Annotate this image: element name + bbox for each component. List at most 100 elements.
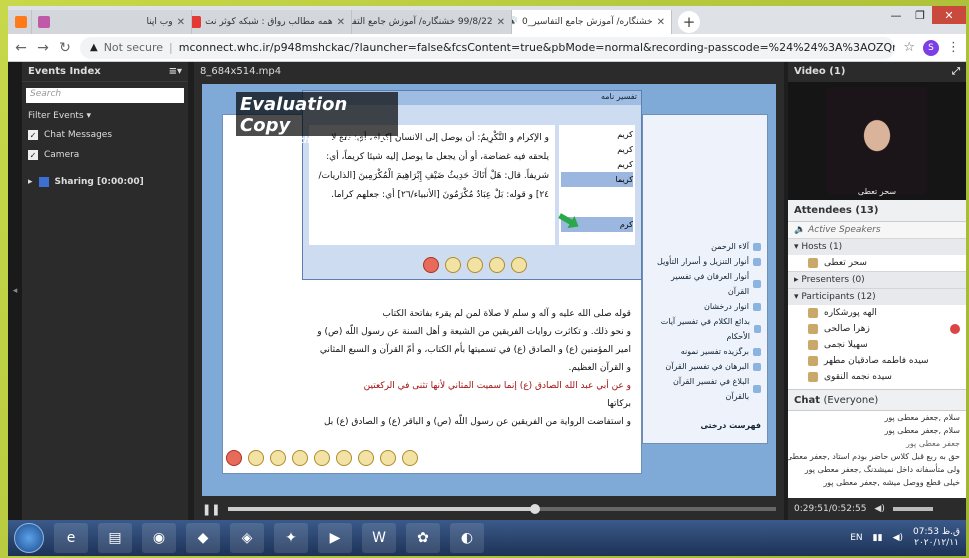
maximize-icon[interactable]: ❐ xyxy=(908,6,932,24)
word-item-selected[interactable]: کریما xyxy=(561,172,633,187)
toc-item[interactable]: برگزیده تفسیر نمونه xyxy=(649,344,761,359)
media-icon[interactable]: ▶ xyxy=(318,523,352,553)
app-icon[interactable]: ◈ xyxy=(230,523,264,553)
address-bar[interactable]: ▲ Not secure | mconnect.whc.ir/p948mshck… xyxy=(80,36,896,59)
app-icon[interactable]: ◐ xyxy=(450,523,484,553)
chrome-icon[interactable]: ◉ xyxy=(142,523,176,553)
toc-tab[interactable]: فهرست درختی xyxy=(649,418,761,433)
word-item[interactable]: کریم xyxy=(561,142,633,157)
browser-tab[interactable] xyxy=(8,10,32,34)
tool-circle-icon[interactable] xyxy=(380,450,396,466)
expand-icon[interactable]: ▸ xyxy=(28,177,33,187)
playback-bar: ❚❚ xyxy=(194,498,784,520)
chat-scope: (Everyone) xyxy=(823,395,879,406)
filter-events-dropdown[interactable]: Filter Events ▾ xyxy=(22,107,188,125)
volume-icon[interactable]: ◀) xyxy=(893,533,903,543)
shared-video[interactable]: Evaluation Copy http://www.thundershare.… xyxy=(202,84,776,496)
attendee-name: الهه پورشکاره xyxy=(824,308,877,318)
toc-item[interactable]: بدائع الكلام في تفسير آيات الأحكام xyxy=(649,314,761,344)
tool-circle-icon[interactable] xyxy=(336,450,352,466)
seek-bar[interactable] xyxy=(228,504,776,514)
tool-circle-icon[interactable] xyxy=(489,257,505,273)
tool-circle-icon[interactable] xyxy=(402,450,418,466)
language-indicator[interactable]: EN xyxy=(850,533,862,543)
attendee-name: زهرا صالحی xyxy=(824,324,870,334)
attendee-row[interactable]: الهه پورشکاره xyxy=(788,305,966,321)
attendee-row[interactable]: سیده نجمه النقوی xyxy=(788,369,966,385)
active-speakers: 🔈 Active Speakers xyxy=(788,222,966,238)
camera-checkbox[interactable]: ✓ Camera xyxy=(22,145,188,165)
tool-circle-icon[interactable] xyxy=(270,450,286,466)
clock[interactable]: 07:53 ق.ظ ۲۰۲۰/۱۲/۱۱ xyxy=(913,527,960,549)
close-circle-icon[interactable] xyxy=(226,450,242,466)
close-icon[interactable]: ✕ xyxy=(657,17,665,28)
close-circle-icon[interactable] xyxy=(423,257,439,273)
events-search-input[interactable]: Search xyxy=(26,88,184,103)
network-icon[interactable]: ▮▮ xyxy=(873,533,883,543)
menu-dots-icon[interactable]: ⋮ xyxy=(947,40,960,55)
book-icon xyxy=(753,242,761,251)
reload-icon[interactable]: ↻ xyxy=(58,40,72,56)
attendee-row[interactable]: سحر تعطی xyxy=(788,255,966,271)
new-tab-button[interactable]: + xyxy=(678,11,700,33)
app-icon[interactable]: ◆ xyxy=(186,523,220,553)
browser-tab-active[interactable]: ✕ خشنگاره/ آموزش جامع التفاسیر_0 🔊 xyxy=(512,10,672,34)
panel-menu-icon[interactable]: ≡▾ xyxy=(169,66,182,77)
word-item[interactable]: کریم xyxy=(561,127,633,142)
chat-messages-checkbox[interactable]: ✓ Chat Messages xyxy=(22,125,188,145)
folder-icon[interactable]: ▤ xyxy=(98,523,132,553)
fullscreen-icon[interactable]: ⤢ xyxy=(952,66,960,78)
tool-circle-icon[interactable] xyxy=(467,257,483,273)
toc-item[interactable]: أنوار العرفان في تفسير القرآن xyxy=(649,269,761,299)
attendee-row[interactable]: سهیلا نجمی xyxy=(788,337,966,353)
browser-tab[interactable]: ✕ 99/8/22 خشنگاره/ آموزش جامع التفاسیر xyxy=(352,10,512,34)
tool-circle-icon[interactable] xyxy=(314,450,330,466)
close-icon[interactable]: ✕ xyxy=(337,17,345,28)
browser-tab[interactable]: ✕ همه مطالب رواق : شبکه کوثر نت xyxy=(192,10,352,34)
close-icon[interactable]: ✕ xyxy=(497,17,505,28)
attendee-name: سیده نجمه النقوی xyxy=(824,372,892,382)
chat-header: Chat (Everyone) xyxy=(788,389,966,411)
volume-slider[interactable] xyxy=(892,507,933,511)
close-window-icon[interactable]: ✕ xyxy=(932,6,966,24)
close-icon[interactable]: ✕ xyxy=(177,17,185,28)
browser-tab[interactable]: ✕ وب اپنا xyxy=(32,10,192,34)
start-button[interactable] xyxy=(14,523,44,553)
minimize-icon[interactable]: — xyxy=(884,6,908,24)
tool-circle-icon[interactable] xyxy=(248,450,264,466)
clock-date: ۲۰۲۰/۱۲/۱۱ xyxy=(914,538,959,548)
toc-item[interactable]: البرهان في تفسير القرآن xyxy=(649,359,761,374)
hosts-group[interactable]: ▾ Hosts (1) xyxy=(788,238,966,255)
ie-icon[interactable]: e xyxy=(54,523,88,553)
tool-circle-icon[interactable] xyxy=(358,450,374,466)
participant-avatar-icon xyxy=(808,356,818,366)
back-icon[interactable]: ← xyxy=(14,40,28,56)
seek-knob[interactable] xyxy=(529,504,540,514)
participants-group[interactable]: ▾ Participants (12) xyxy=(788,288,966,305)
page-line: و استفاضت الرواية من الفريقين عن رسول ال… xyxy=(323,417,631,427)
page-line: و القرآن العظيم. xyxy=(568,363,631,373)
toc-item[interactable]: أنوار التنزيل و أسرار التأويل xyxy=(649,254,761,269)
toc-item[interactable]: آلاء الرحمن xyxy=(649,239,761,254)
forward-icon[interactable]: → xyxy=(36,40,50,56)
book-icon xyxy=(753,302,761,311)
tool-circle-icon[interactable] xyxy=(292,450,308,466)
collapse-handle[interactable]: ◂ xyxy=(8,62,22,520)
bookmark-star-icon[interactable]: ☆ xyxy=(903,40,915,55)
word-item[interactable]: کریم xyxy=(561,157,633,172)
pause-icon[interactable]: ❚❚ xyxy=(202,503,220,516)
app-icon[interactable]: ✿ xyxy=(406,523,440,553)
word-icon[interactable]: W xyxy=(362,523,396,553)
extension-icon[interactable]: S xyxy=(923,39,939,56)
attendee-row[interactable]: سیده فاطمه صادقیان مطهر xyxy=(788,353,966,369)
volume-icon[interactable]: ◀) xyxy=(874,504,884,514)
attendee-row[interactable]: زهرا صالحی xyxy=(788,321,966,337)
app-icon[interactable]: ✦ xyxy=(274,523,308,553)
tool-circle-icon[interactable] xyxy=(511,257,527,273)
toc-item[interactable]: البلاغ في تفسير القرآن بالقرآن xyxy=(649,374,761,404)
presenters-group[interactable]: ▸ Presenters (0) xyxy=(788,271,966,288)
toc-item[interactable]: انوار درخشان xyxy=(649,299,761,314)
tool-circle-icon[interactable] xyxy=(445,257,461,273)
events-index-panel: Events Index ≡▾ Search Filter Events ▾ ✓… xyxy=(22,62,188,520)
sharing-event[interactable]: ▸ Sharing [0:00:00] xyxy=(22,173,188,191)
